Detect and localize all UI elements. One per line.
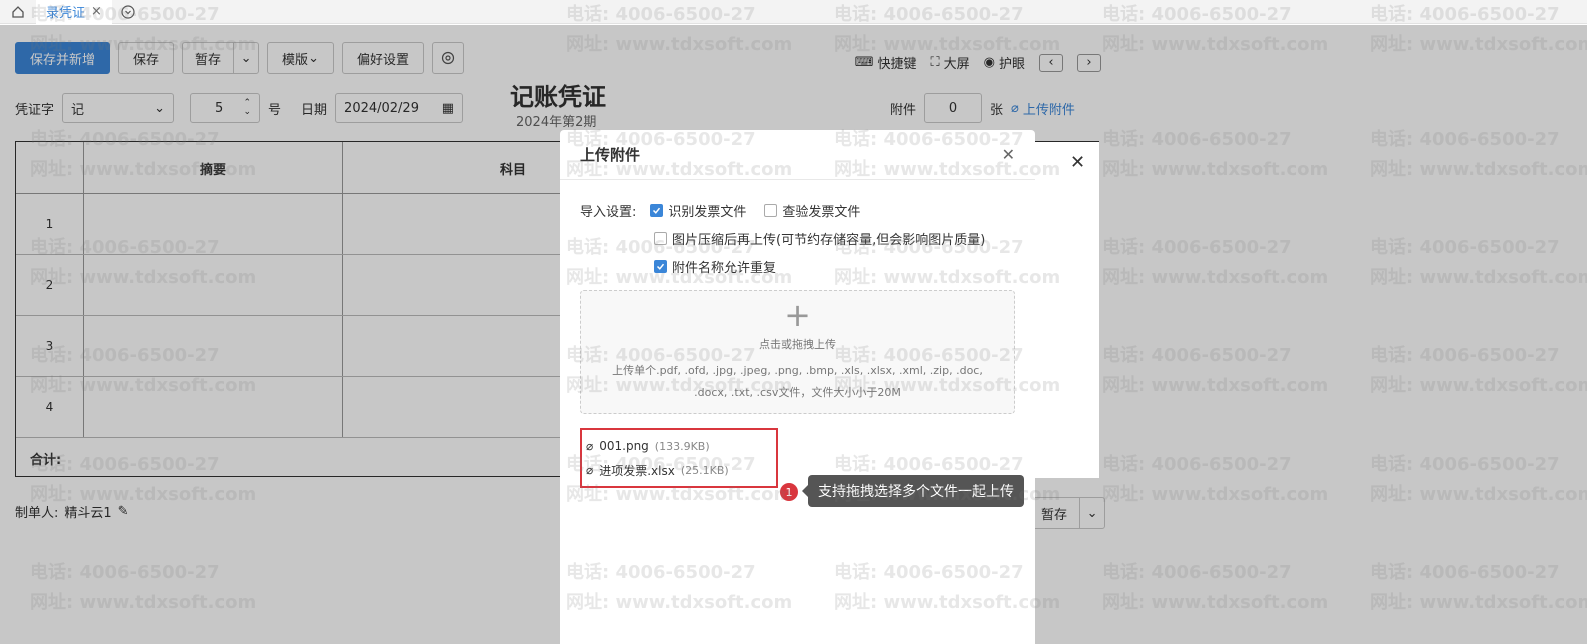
import-settings-label: 导入设置: [580,204,637,220]
allow-duplicate-row: 附件名称允许重复 [580,252,1015,280]
tab-more-button[interactable] [112,0,144,24]
chevron-down-circle-icon [121,4,135,19]
checkbox-label: 图片压缩后再上传(可节约存储容量,但会影响图片质量) [672,232,986,248]
file-item[interactable]: ⌀ 001.png (133.9KB) [586,434,776,458]
callout-tooltip: 支持拖拽选择多个文件一起上传 [802,475,1024,507]
home-icon [12,5,24,18]
close-icon[interactable]: × [91,4,102,19]
file-name: 进项发票.xlsx [599,463,675,478]
recognize-invoice-checkbox[interactable]: 识别发票文件 [650,201,746,220]
dialog-header: 上传附件 ✕ [560,130,1035,180]
uploaded-file-list: ⌀ 001.png (133.9KB) ⌀ 进项发票.xlsx (25.1KB) [580,428,778,488]
checkbox-unchecked-icon [764,203,778,217]
import-settings-row: 导入设置: 识别发票文件 查验发票文件 [580,196,1015,224]
verify-invoice-checkbox[interactable]: 查验发票文件 [764,201,860,220]
home-tab[interactable] [0,0,36,24]
file-name: 001.png [599,439,649,453]
dropzone-description: 上传单个.pdf, .ofd, .jpg, .jpeg, .png, .bmp,… [612,364,983,399]
checkbox-checked-icon [650,203,664,217]
step-badge: 1 [780,483,798,501]
dialog-body: 导入设置: 识别发票文件 查验发票文件 图片压缩后再上传(可节约存储容量,但会影… [560,180,1035,504]
checkbox-checked-icon [654,259,667,273]
allow-duplicate-checkbox[interactable]: 附件名称允许重复 [654,257,776,276]
tab-bar: 录凭证 × [0,0,1587,24]
file-size: (25.1KB) [680,463,729,477]
file-size: (133.9KB) [654,439,710,453]
close-icon[interactable]: ✕ [1002,145,1015,164]
compress-row: 图片压缩后再上传(可节约存储容量,但会影响图片质量) [580,224,1015,252]
file-item[interactable]: ⌀ 进项发票.xlsx (25.1KB) [586,458,776,482]
upload-dialog: 上传附件 ✕ 导入设置: 识别发票文件 查验发票文件 图片压缩后再上传(可节约存… [560,130,1035,644]
side-panel-close-icon[interactable]: ✕ [1070,152,1085,173]
checkbox-label: 查验发票文件 [782,204,861,220]
plus-icon: + [784,296,811,334]
checkbox-unchecked-icon [654,231,667,245]
tab-label: 录凭证 [46,6,86,21]
checkbox-label: 识别发票文件 [668,204,747,220]
side-panel [1035,142,1099,478]
compress-image-checkbox[interactable]: 图片压缩后再上传(可节约存储容量,但会影响图片质量) [654,229,985,248]
paperclip-icon: ⌀ [586,463,594,477]
dialog-title: 上传附件 [580,146,641,164]
dropzone-title: 点击或拖拽上传 [759,338,836,351]
checkbox-label: 附件名称允许重复 [672,260,777,276]
paperclip-icon: ⌀ [586,439,594,453]
tab-record-voucher[interactable]: 录凭证 × [36,0,112,24]
upload-dropzone[interactable]: + 点击或拖拽上传 上传单个.pdf, .ofd, .jpg, .jpeg, .… [580,290,1015,414]
